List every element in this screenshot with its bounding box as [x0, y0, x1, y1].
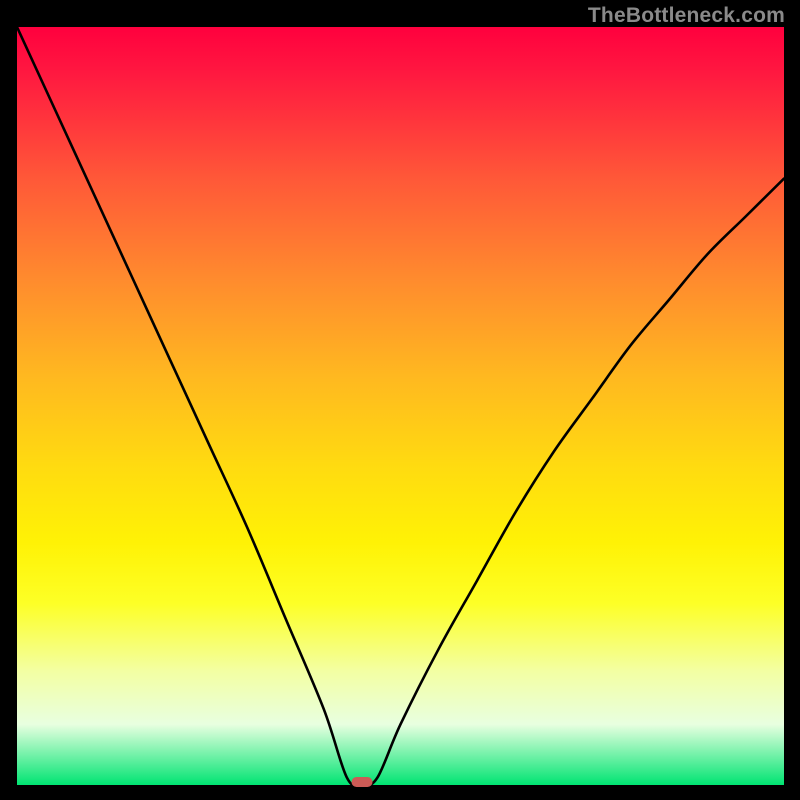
- chart-frame: TheBottleneck.com: [0, 0, 800, 800]
- watermark-label: TheBottleneck.com: [588, 4, 785, 28]
- chart-plot-area: [17, 27, 784, 785]
- optimal-marker: [352, 777, 373, 787]
- bottleneck-curve: [17, 27, 784, 785]
